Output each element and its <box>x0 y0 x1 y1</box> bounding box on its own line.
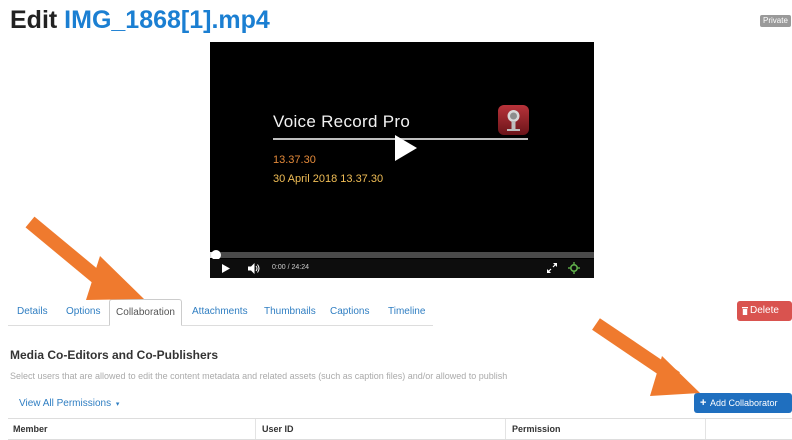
tab-collaboration[interactable]: Collaboration <box>109 299 182 326</box>
fullscreen-icon[interactable] <box>547 263 557 273</box>
privacy-badge: Private <box>760 15 791 27</box>
settings-icon[interactable] <box>568 262 580 274</box>
arrow-to-collaboration-tab <box>25 216 144 300</box>
view-permissions-label: View All Permissions <box>19 398 112 409</box>
section-description: Select users that are allowed to edit th… <box>10 371 508 381</box>
tab-attachments[interactable]: Attachments <box>192 299 248 326</box>
collaborators-table-header: Member User ID Permission <box>8 418 792 440</box>
media-name: IMG_1868[1].mp4 <box>64 6 270 34</box>
total-duration: 24:24 <box>291 264 310 271</box>
column-divider <box>505 419 506 439</box>
tab-options[interactable]: Options <box>66 299 100 326</box>
video-player[interactable]: Voice Record Pro 13.37.30 30 April 2018 … <box>210 42 594 278</box>
tab-timeline[interactable]: Timeline <box>388 299 425 326</box>
delete-label: Delete <box>750 305 779 316</box>
tab-details[interactable]: Details <box>17 299 48 326</box>
edit-tabs: Details Options Collaboration Attachment… <box>8 299 433 326</box>
chevron-down-icon: ▾ <box>115 401 120 408</box>
volume-icon[interactable] <box>248 263 260 274</box>
tab-thumbnails[interactable]: Thumbnails <box>264 299 316 326</box>
column-header-permission[interactable]: Permission <box>512 419 561 439</box>
video-overlay-date: 30 April 2018 13.37.30 <box>273 173 384 185</box>
progress-bar[interactable] <box>210 252 594 258</box>
section-heading: Media Co-Editors and Co-Publishers <box>10 348 219 362</box>
elapsed-time: 0:00 <box>272 264 286 271</box>
microphone-app-icon <box>498 105 529 135</box>
column-header-member[interactable]: Member <box>13 419 48 439</box>
video-control-bar: 0:00 / 24:24 <box>210 259 594 278</box>
arrow-to-add-collaborator <box>592 318 700 396</box>
view-all-permissions-dropdown[interactable]: View All Permissions ▾ <box>19 398 119 409</box>
play-control-icon[interactable] <box>222 264 230 273</box>
playback-time: 0:00 / 24:24 <box>272 264 309 271</box>
tab-captions[interactable]: Captions <box>330 299 369 326</box>
plus-icon: + <box>700 397 707 409</box>
video-overlay-title: Voice Record Pro <box>273 112 411 131</box>
play-icon[interactable] <box>395 135 417 161</box>
column-divider <box>255 419 256 439</box>
column-divider <box>705 419 706 439</box>
time-separator: / <box>287 264 290 271</box>
column-header-user-id[interactable]: User ID <box>262 419 294 439</box>
page-title-prefix: Edit <box>10 6 65 34</box>
add-collaborator-button[interactable]: + Add Collaborator <box>694 393 792 413</box>
trash-icon <box>742 307 748 315</box>
delete-button[interactable]: Delete <box>737 301 792 321</box>
add-collaborator-label: Add Collaborator <box>710 398 778 408</box>
video-overlay-time: 13.37.30 <box>273 154 316 166</box>
page-title: Edit IMG_1868[1].mp4 <box>10 6 270 35</box>
